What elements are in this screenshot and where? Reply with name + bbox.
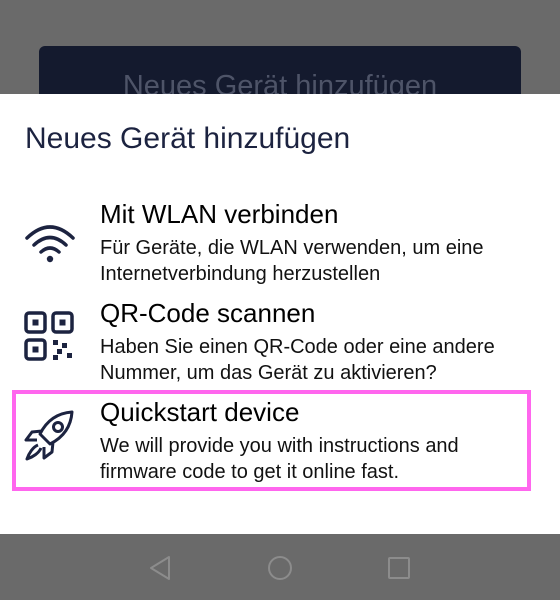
highlight-box xyxy=(12,390,531,491)
home-icon[interactable] xyxy=(266,554,294,582)
screen: Neues Gerät hinzufügen Neues Gerät hinzu… xyxy=(0,0,560,600)
option-qr-code-description: Haben Sie einen QR-Code oder eine andere… xyxy=(100,336,495,384)
system-navigation-bar xyxy=(0,534,560,600)
recents-icon[interactable] xyxy=(385,554,413,582)
option-wlan-description: Für Geräte, die WLAN verwenden, um eine … xyxy=(100,237,484,285)
wifi-icon xyxy=(22,215,78,271)
dialog-title: Neues Gerät hinzufügen xyxy=(25,122,351,155)
add-device-dialog: Neues Gerät hinzufügen Mit WLAN verbinde… xyxy=(0,94,560,534)
option-wlan-title: Mit WLAN verbinden xyxy=(100,199,339,229)
qr-code-icon xyxy=(22,309,78,365)
option-wlan[interactable]: Mit WLAN verbinden Für Geräte, die WLAN … xyxy=(0,198,560,288)
back-icon[interactable] xyxy=(146,554,174,582)
option-qr-code-title: QR-Code scannen xyxy=(100,298,316,328)
option-qr-code[interactable]: QR-Code scannen Haben Sie einen QR-Code … xyxy=(0,297,560,387)
